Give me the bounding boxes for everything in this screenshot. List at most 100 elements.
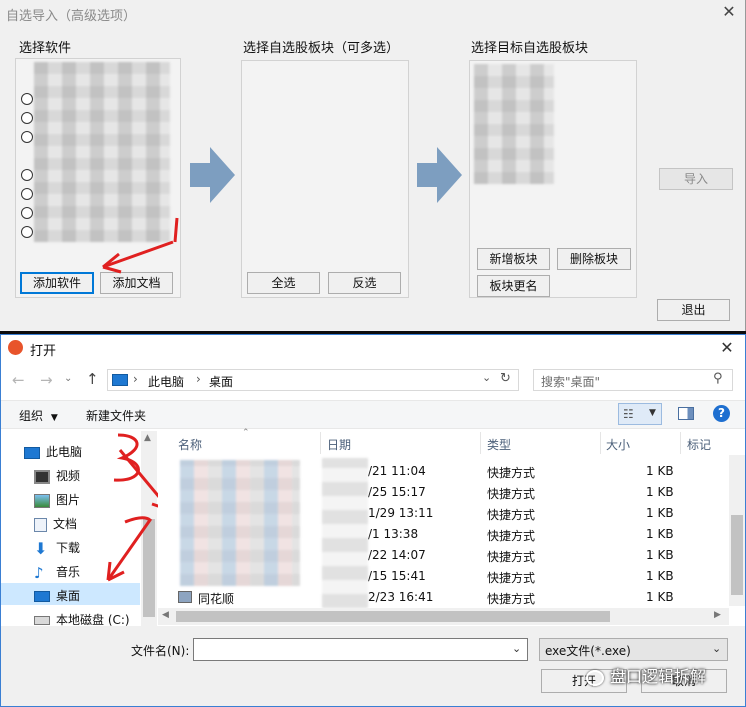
arrow-right-icon <box>417 147 462 203</box>
chevron-down-icon[interactable]: ⌄ <box>482 371 491 384</box>
disk-icon <box>34 616 50 625</box>
add-document-button[interactable]: 添加文档 <box>100 272 173 294</box>
search-input[interactable]: 搜索"桌面" ⚲ <box>533 369 733 391</box>
nav-item-pictures[interactable]: 图片 <box>34 491 80 508</box>
file-name: 同花顺 <box>198 592 235 606</box>
select-blocks-label: 选择自选股板块（可多选） <box>243 41 400 56</box>
file-row[interactable]: 同花顺 2/23 16:41 快捷方式 1 KB <box>178 587 726 608</box>
view-options-button[interactable]: ☷ ▼ <box>618 403 662 425</box>
select-target-label: 选择目标自选股板块 <box>471 41 589 56</box>
help-icon[interactable]: ? <box>713 405 730 422</box>
search-icon: ⚲ <box>713 371 723 386</box>
open-dialog-title: 打开 <box>30 344 57 359</box>
refresh-icon[interactable]: ↻ <box>500 371 511 386</box>
organize-button[interactable]: 组织 ▼ <box>19 407 58 424</box>
scroll-thumb[interactable] <box>176 611 610 622</box>
nav-item-downloads[interactable]: ⬇ 下载 <box>34 539 80 556</box>
nav-item-music[interactable]: ♪ 音乐 <box>34 563 80 580</box>
file-size: 1 KB <box>646 464 674 478</box>
file-type: 快捷方式 <box>487 571 536 585</box>
annotation-arrow <box>102 217 179 274</box>
radio-button[interactable] <box>21 226 33 238</box>
app-logo-icon <box>8 340 23 355</box>
breadcrumb-separator: › <box>133 372 138 386</box>
file-list-scrollbar[interactable] <box>729 455 745 606</box>
exit-button[interactable]: 退出 <box>657 299 730 321</box>
file-type: 快捷方式 <box>487 529 536 543</box>
file-type: 快捷方式 <box>487 487 536 501</box>
column-divider <box>600 432 601 454</box>
column-divider <box>680 432 681 454</box>
column-header-type[interactable]: 类型 <box>487 436 511 453</box>
nav-item-label: 视频 <box>56 469 81 483</box>
file-date: 1/29 13:11 <box>368 506 434 520</box>
delete-block-button[interactable]: 删除板块 <box>557 248 631 270</box>
nav-item-videos[interactable]: 视频 <box>34 467 80 484</box>
import-dialog: 自选导入（高级选项） ✕ 选择软件 选择自选股板块（可多选） 选择目标自选股板块… <box>0 0 746 331</box>
radio-button[interactable] <box>21 131 33 143</box>
nav-item-label: 此电脑 <box>46 445 83 459</box>
search-placeholder: 搜索"桌面" <box>541 375 601 389</box>
file-size: 1 KB <box>646 569 674 583</box>
radio-button[interactable] <box>21 188 33 200</box>
filename-input[interactable]: ⌄ <box>193 638 528 661</box>
column-header-name[interactable]: 名称 <box>178 436 202 453</box>
nav-item-label: 本地磁盘 (C:) <box>56 613 130 627</box>
music-icon: ♪ <box>34 563 44 582</box>
breadcrumb-item-desktop[interactable]: 桌面 <box>209 373 233 390</box>
new-block-button[interactable]: 新增板块 <box>477 248 550 270</box>
forward-icon[interactable]: → <box>40 371 53 389</box>
import-button[interactable]: 导入 <box>659 168 733 190</box>
documents-folder-icon <box>34 517 47 532</box>
file-date: 2/23 16:41 <box>368 590 434 604</box>
radio-button[interactable] <box>21 112 33 124</box>
redacted-file-dates <box>322 458 368 608</box>
address-bar[interactable]: › 此电脑 › 桌面 ⌄ ↻ <box>107 369 519 391</box>
import-dialog-title: 自选导入（高级选项） <box>6 9 137 24</box>
nav-item-desktop[interactable]: 桌面 <box>34 587 80 604</box>
nav-item-label: 图片 <box>56 493 81 507</box>
up-icon[interactable]: ↑ <box>86 370 99 388</box>
scroll-right-icon[interactable]: ▶ <box>714 610 721 620</box>
radio-button[interactable] <box>21 93 33 105</box>
chevron-down-icon[interactable]: ⌄ <box>64 373 72 384</box>
breadcrumb-separator: › <box>196 372 201 386</box>
nav-item-label: 桌面 <box>56 589 81 603</box>
close-icon[interactable]: ✕ <box>719 2 739 22</box>
close-icon[interactable]: ✕ <box>717 338 737 358</box>
column-header-tags[interactable]: 标记 <box>687 436 711 453</box>
add-software-button[interactable]: 添加软件 <box>20 272 94 294</box>
radio-button[interactable] <box>21 207 33 219</box>
column-divider <box>320 432 321 454</box>
desktop-icon <box>34 591 50 602</box>
preview-pane-icon[interactable] <box>678 407 694 420</box>
file-type: 快捷方式 <box>487 592 536 606</box>
back-icon[interactable]: ← <box>12 371 25 389</box>
nav-item-label: 文档 <box>53 517 78 531</box>
filetype-select[interactable]: exe文件(*.exe) ⌄ <box>539 638 728 661</box>
column-header-size[interactable]: 大小 <box>606 436 630 453</box>
file-type: 快捷方式 <box>487 466 536 480</box>
chevron-down-icon: ⌄ <box>712 642 722 655</box>
file-type: 快捷方式 <box>487 550 536 564</box>
file-size: 1 KB <box>646 548 674 562</box>
nav-item-documents[interactable]: 文档 <box>34 515 77 532</box>
invert-select-button[interactable]: 反选 <box>328 272 401 294</box>
scroll-left-icon[interactable]: ◀ <box>162 610 169 620</box>
redacted-target-blocks <box>474 64 554 184</box>
column-header-date[interactable]: 日期 <box>327 436 351 453</box>
scroll-thumb[interactable] <box>731 515 743 595</box>
download-icon: ⬇ <box>34 538 48 558</box>
file-list-hscrollbar[interactable]: ◀ ▶ <box>158 608 729 625</box>
pictures-folder-icon <box>34 493 50 508</box>
chevron-down-icon[interactable]: ⌄ <box>512 642 521 655</box>
breadcrumb-item-this-pc[interactable]: 此电脑 <box>148 373 184 390</box>
blocks-panel <box>241 60 409 298</box>
new-folder-button[interactable]: 新建文件夹 <box>86 407 146 424</box>
select-all-button[interactable]: 全选 <box>247 272 320 294</box>
nav-item-this-pc[interactable]: 此电脑 <box>24 443 82 460</box>
radio-button[interactable] <box>21 169 33 181</box>
rename-block-button[interactable]: 板块更名 <box>477 275 550 297</box>
video-folder-icon <box>34 469 50 484</box>
file-size: 1 KB <box>646 506 674 520</box>
